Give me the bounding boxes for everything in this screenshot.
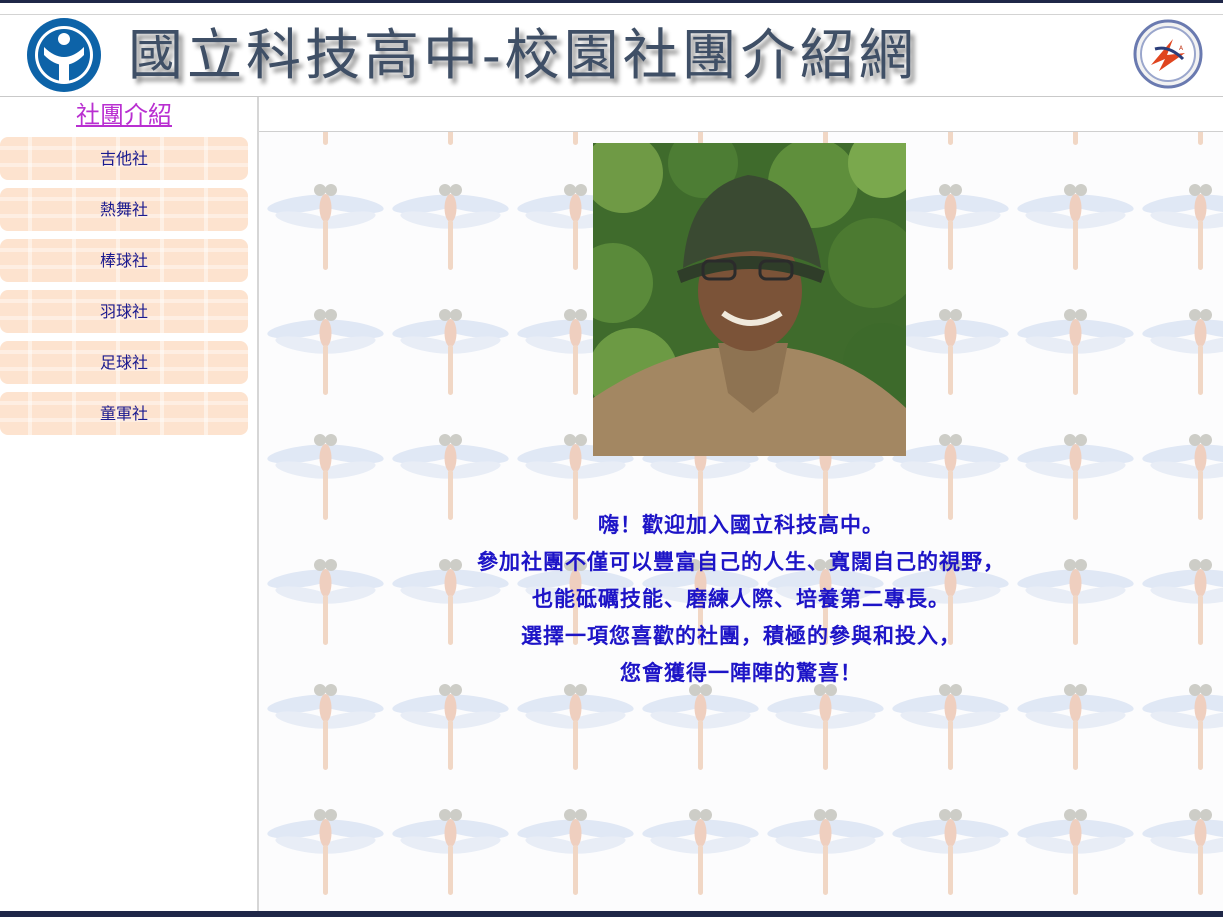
sidebar: 社團介紹 吉他社 熱舞社 棒球社 羽球社 足球社 童軍社	[0, 97, 257, 911]
welcome-line: 您會獲得一陣陣的驚喜！	[620, 660, 862, 685]
welcome-line: 參加社團不僅可以豐富自己的人生、寬闊自己的視野，	[477, 549, 1005, 574]
top-frame-bar	[0, 0, 1223, 3]
club-button-soccer[interactable]: 足球社	[0, 341, 248, 384]
club-button-guitar[interactable]: 吉他社	[0, 137, 248, 180]
main-content: 嗨！歡迎加入國立科技高中。 參加社團不僅可以豐富自己的人生、寬闊自己的視野， 也…	[259, 132, 1223, 911]
site-banner: 國立科技高中-校園社團介紹網 A	[0, 15, 1223, 95]
school-emblem-icon[interactable]	[26, 17, 102, 93]
welcome-line: 嗨！歡迎加入國立科技高中。	[598, 512, 884, 537]
site-title: 國立科技高中-校園社團介紹網	[128, 23, 918, 87]
sidebar-title-link[interactable]: 社團介紹	[0, 99, 248, 131]
bottom-frame-bar	[0, 911, 1223, 917]
club-button-baseball[interactable]: 棒球社	[0, 239, 248, 282]
welcome-line: 選擇一項您喜歡的社團，積極的參與和投入，	[521, 623, 961, 648]
club-button-scouts[interactable]: 童軍社	[0, 392, 248, 435]
red-star-emblem-icon[interactable]: A	[1133, 19, 1203, 89]
portrait-photo	[593, 143, 906, 456]
welcome-line: 也能砥礪技能、磨練人際、培養第二專長。	[532, 586, 950, 611]
club-button-badminton[interactable]: 羽球社	[0, 290, 248, 333]
club-button-dance[interactable]: 熱舞社	[0, 188, 248, 231]
welcome-message: 嗨！歡迎加入國立科技高中。 參加社團不僅可以豐富自己的人生、寬闊自己的視野， 也…	[259, 506, 1223, 691]
